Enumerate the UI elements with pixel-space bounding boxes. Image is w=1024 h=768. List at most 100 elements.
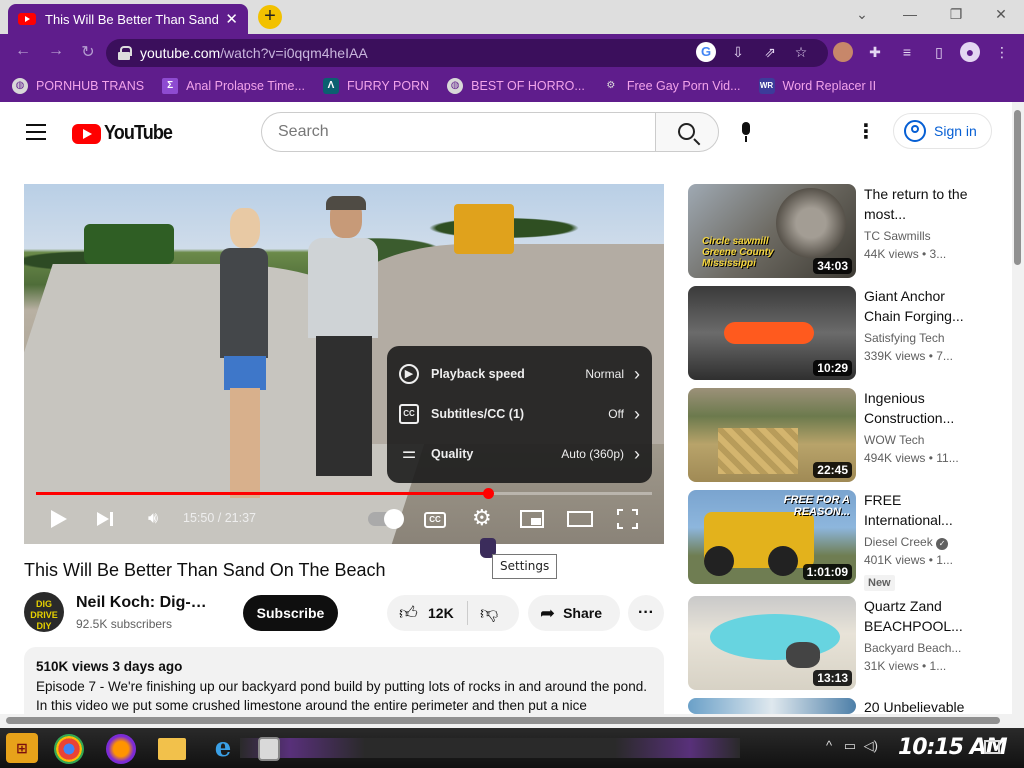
lambda-icon: Λ: [322, 78, 339, 94]
new-tab-button[interactable]: +: [258, 5, 282, 29]
internet-explorer-icon[interactable]: e: [206, 732, 240, 764]
youtube-logo[interactable]: YouTube: [72, 122, 180, 145]
next-icon[interactable]: [96, 508, 116, 530]
recommendation-channel[interactable]: Satisfying Tech: [864, 331, 945, 345]
share-page-icon[interactable]: ⇗: [760, 42, 780, 62]
side-panel-icon[interactable]: ▯: [929, 42, 949, 62]
channel-name[interactable]: Neil Koch: Dig-Dri...: [76, 594, 216, 612]
progress-scrubber[interactable]: [482, 488, 494, 499]
recommendation-item[interactable]: 10:29 Giant Anchor Chain Forging... Sati…: [688, 286, 988, 380]
more-options-icon[interactable]: ⋮: [856, 120, 876, 144]
autoplay-toggle[interactable]: [368, 509, 404, 529]
channel-avatar[interactable]: DIG DRIVE DIY: [24, 592, 64, 632]
google-lens-icon[interactable]: G: [696, 42, 716, 62]
vertical-scroll-thumb[interactable]: [1014, 110, 1021, 265]
recommendation-thumbnail[interactable]: Circle sawmill Greene County Mississippi…: [688, 184, 856, 278]
recommendation-item[interactable]: 22:45 Ingenious Construction... WOW Tech…: [688, 388, 988, 482]
recommendation-item[interactable]: 20 Unbelievable: [688, 698, 988, 714]
reading-list-icon[interactable]: ≡: [897, 42, 917, 62]
network-icon[interactable]: ▭: [844, 738, 856, 753]
hamburger-menu-icon[interactable]: [26, 124, 46, 140]
back-button[interactable]: ←: [12, 42, 34, 62]
subscriber-count: 92.5K subscribers: [76, 617, 173, 631]
dislike-icon[interactable]: 👎︎: [480, 603, 502, 623]
video-duration: 22:45: [813, 462, 852, 478]
volume-tray-icon[interactable]: ◁): [864, 738, 878, 753]
recommendation-thumbnail[interactable]: 13:13: [688, 596, 856, 690]
recommendation-title[interactable]: 20 Unbelievable: [864, 698, 982, 714]
progress-played: [36, 492, 488, 495]
recommendation-thumbnail[interactable]: 10:29: [688, 286, 856, 380]
close-window-button[interactable]: ✕: [991, 6, 1011, 23]
start-button[interactable]: ⊞: [6, 733, 38, 763]
lock-icon[interactable]: [118, 46, 132, 60]
settings-row-quality[interactable]: ⚌ Quality Auto (360p) ›: [387, 434, 652, 474]
recommendation-title[interactable]: Quartz Zand BEACHPOOL...: [864, 596, 982, 636]
chrome-taskbar-icon[interactable]: [54, 734, 84, 764]
subtitles-button[interactable]: CC: [424, 512, 446, 528]
more-actions-button[interactable]: ···: [628, 595, 664, 631]
profile-icon[interactable]: ●: [960, 42, 980, 62]
like-count[interactable]: 12K: [428, 605, 454, 621]
recommendation-channel[interactable]: TC Sawmills: [864, 229, 931, 243]
subscribe-button[interactable]: Subscribe: [243, 595, 338, 631]
address-bar[interactable]: youtube.com/watch?v=i0qqm4heIAA: [106, 39, 828, 67]
theater-mode-icon[interactable]: [567, 511, 593, 527]
forward-button[interactable]: →: [45, 42, 67, 62]
recommendation-title[interactable]: The return to the most...: [864, 184, 982, 224]
recommendation-channel[interactable]: Diesel Creek ✓: [864, 535, 949, 550]
recommendation-item[interactable]: Circle sawmill Greene County Mississippi…: [688, 184, 988, 278]
tab-title: This Will Be Better Than Sand: [45, 11, 219, 27]
share-button[interactable]: ➦ Share: [528, 595, 620, 631]
bookmark-item[interactable]: ◍ PORNHUB TRANS: [12, 78, 144, 94]
recommendation-thumbnail[interactable]: FREE FOR A REASON... 1:01:09: [688, 490, 856, 584]
minimize-button[interactable]: —: [900, 6, 920, 22]
recommendation-title[interactable]: FREE International...: [864, 490, 982, 530]
search-input[interactable]: [261, 112, 656, 152]
video-title: This Will Be Better Than Sand On The Bea…: [24, 560, 386, 580]
system-tray[interactable]: ^ ▭ ◁): [826, 738, 878, 754]
chrome-menu-icon[interactable]: ⋮: [992, 42, 1012, 62]
browser-tab[interactable]: This Will Be Better Than Sand ✕: [8, 4, 248, 34]
file-explorer-icon[interactable]: [158, 738, 186, 760]
calculator-icon[interactable]: [258, 737, 280, 761]
recommendation-views: 339K views • 7...: [864, 349, 953, 363]
bookmark-item[interactable]: Λ FURRY PORN: [322, 78, 429, 94]
sign-in-button[interactable]: Sign in: [893, 113, 992, 149]
bookmark-item[interactable]: WR Word Replacer II: [758, 78, 876, 94]
tab-search-icon[interactable]: ⌄: [852, 6, 872, 23]
extension-avatar-icon[interactable]: [833, 42, 853, 62]
reload-button[interactable]: ↻: [77, 42, 99, 62]
video-frame-woman: [214, 208, 274, 508]
settings-gear-icon[interactable]: ⚙: [472, 507, 494, 529]
recommendation-item[interactable]: FREE FOR A REASON... 1:01:09 FREE Intern…: [688, 490, 988, 591]
tab-close-icon[interactable]: ✕: [225, 10, 238, 28]
firefox-taskbar-icon[interactable]: [106, 734, 136, 764]
play-icon[interactable]: [48, 508, 68, 530]
recommendation-title[interactable]: Ingenious Construction...: [864, 388, 982, 428]
bookmark-star-icon[interactable]: ☆: [791, 42, 811, 62]
bookmark-item[interactable]: Σ Anal Prolapse Time...: [162, 78, 305, 94]
settings-row-playback-speed[interactable]: ▶ Playback speed Normal ›: [387, 354, 652, 394]
horizontal-scroll-thumb[interactable]: [6, 717, 1000, 724]
recommendation-thumbnail[interactable]: 22:45: [688, 388, 856, 482]
install-app-icon[interactable]: ⇩: [728, 42, 748, 62]
search-button[interactable]: [655, 112, 719, 152]
extensions-puzzle-icon[interactable]: ✚: [865, 42, 885, 62]
notification-icon[interactable]: [984, 740, 1000, 754]
recommendation-thumbnail[interactable]: [688, 698, 856, 714]
restore-button[interactable]: ❐: [946, 6, 966, 23]
miniplayer-icon[interactable]: [520, 510, 544, 528]
recommendation-item[interactable]: 13:13 Quartz Zand BEACHPOOL... Backyard …: [688, 596, 988, 690]
show-hidden-icons-icon[interactable]: ^: [826, 738, 832, 753]
recommendation-channel[interactable]: Backyard Beach...: [864, 641, 961, 655]
bookmark-item[interactable]: ⚙ Free Gay Porn Vid...: [603, 78, 740, 94]
volume-icon[interactable]: 🔊︎: [143, 508, 163, 530]
fullscreen-icon[interactable]: [617, 509, 638, 529]
bookmark-item[interactable]: ◍ BEST OF HORRO...: [447, 78, 585, 94]
settings-row-subtitles[interactable]: CC Subtitles/CC (1) Off ›: [387, 394, 652, 434]
like-icon[interactable]: 👍︎: [399, 603, 421, 623]
microphone-icon[interactable]: [739, 120, 753, 144]
recommendation-title[interactable]: Giant Anchor Chain Forging...: [864, 286, 982, 326]
recommendation-channel[interactable]: WOW Tech: [864, 433, 924, 447]
